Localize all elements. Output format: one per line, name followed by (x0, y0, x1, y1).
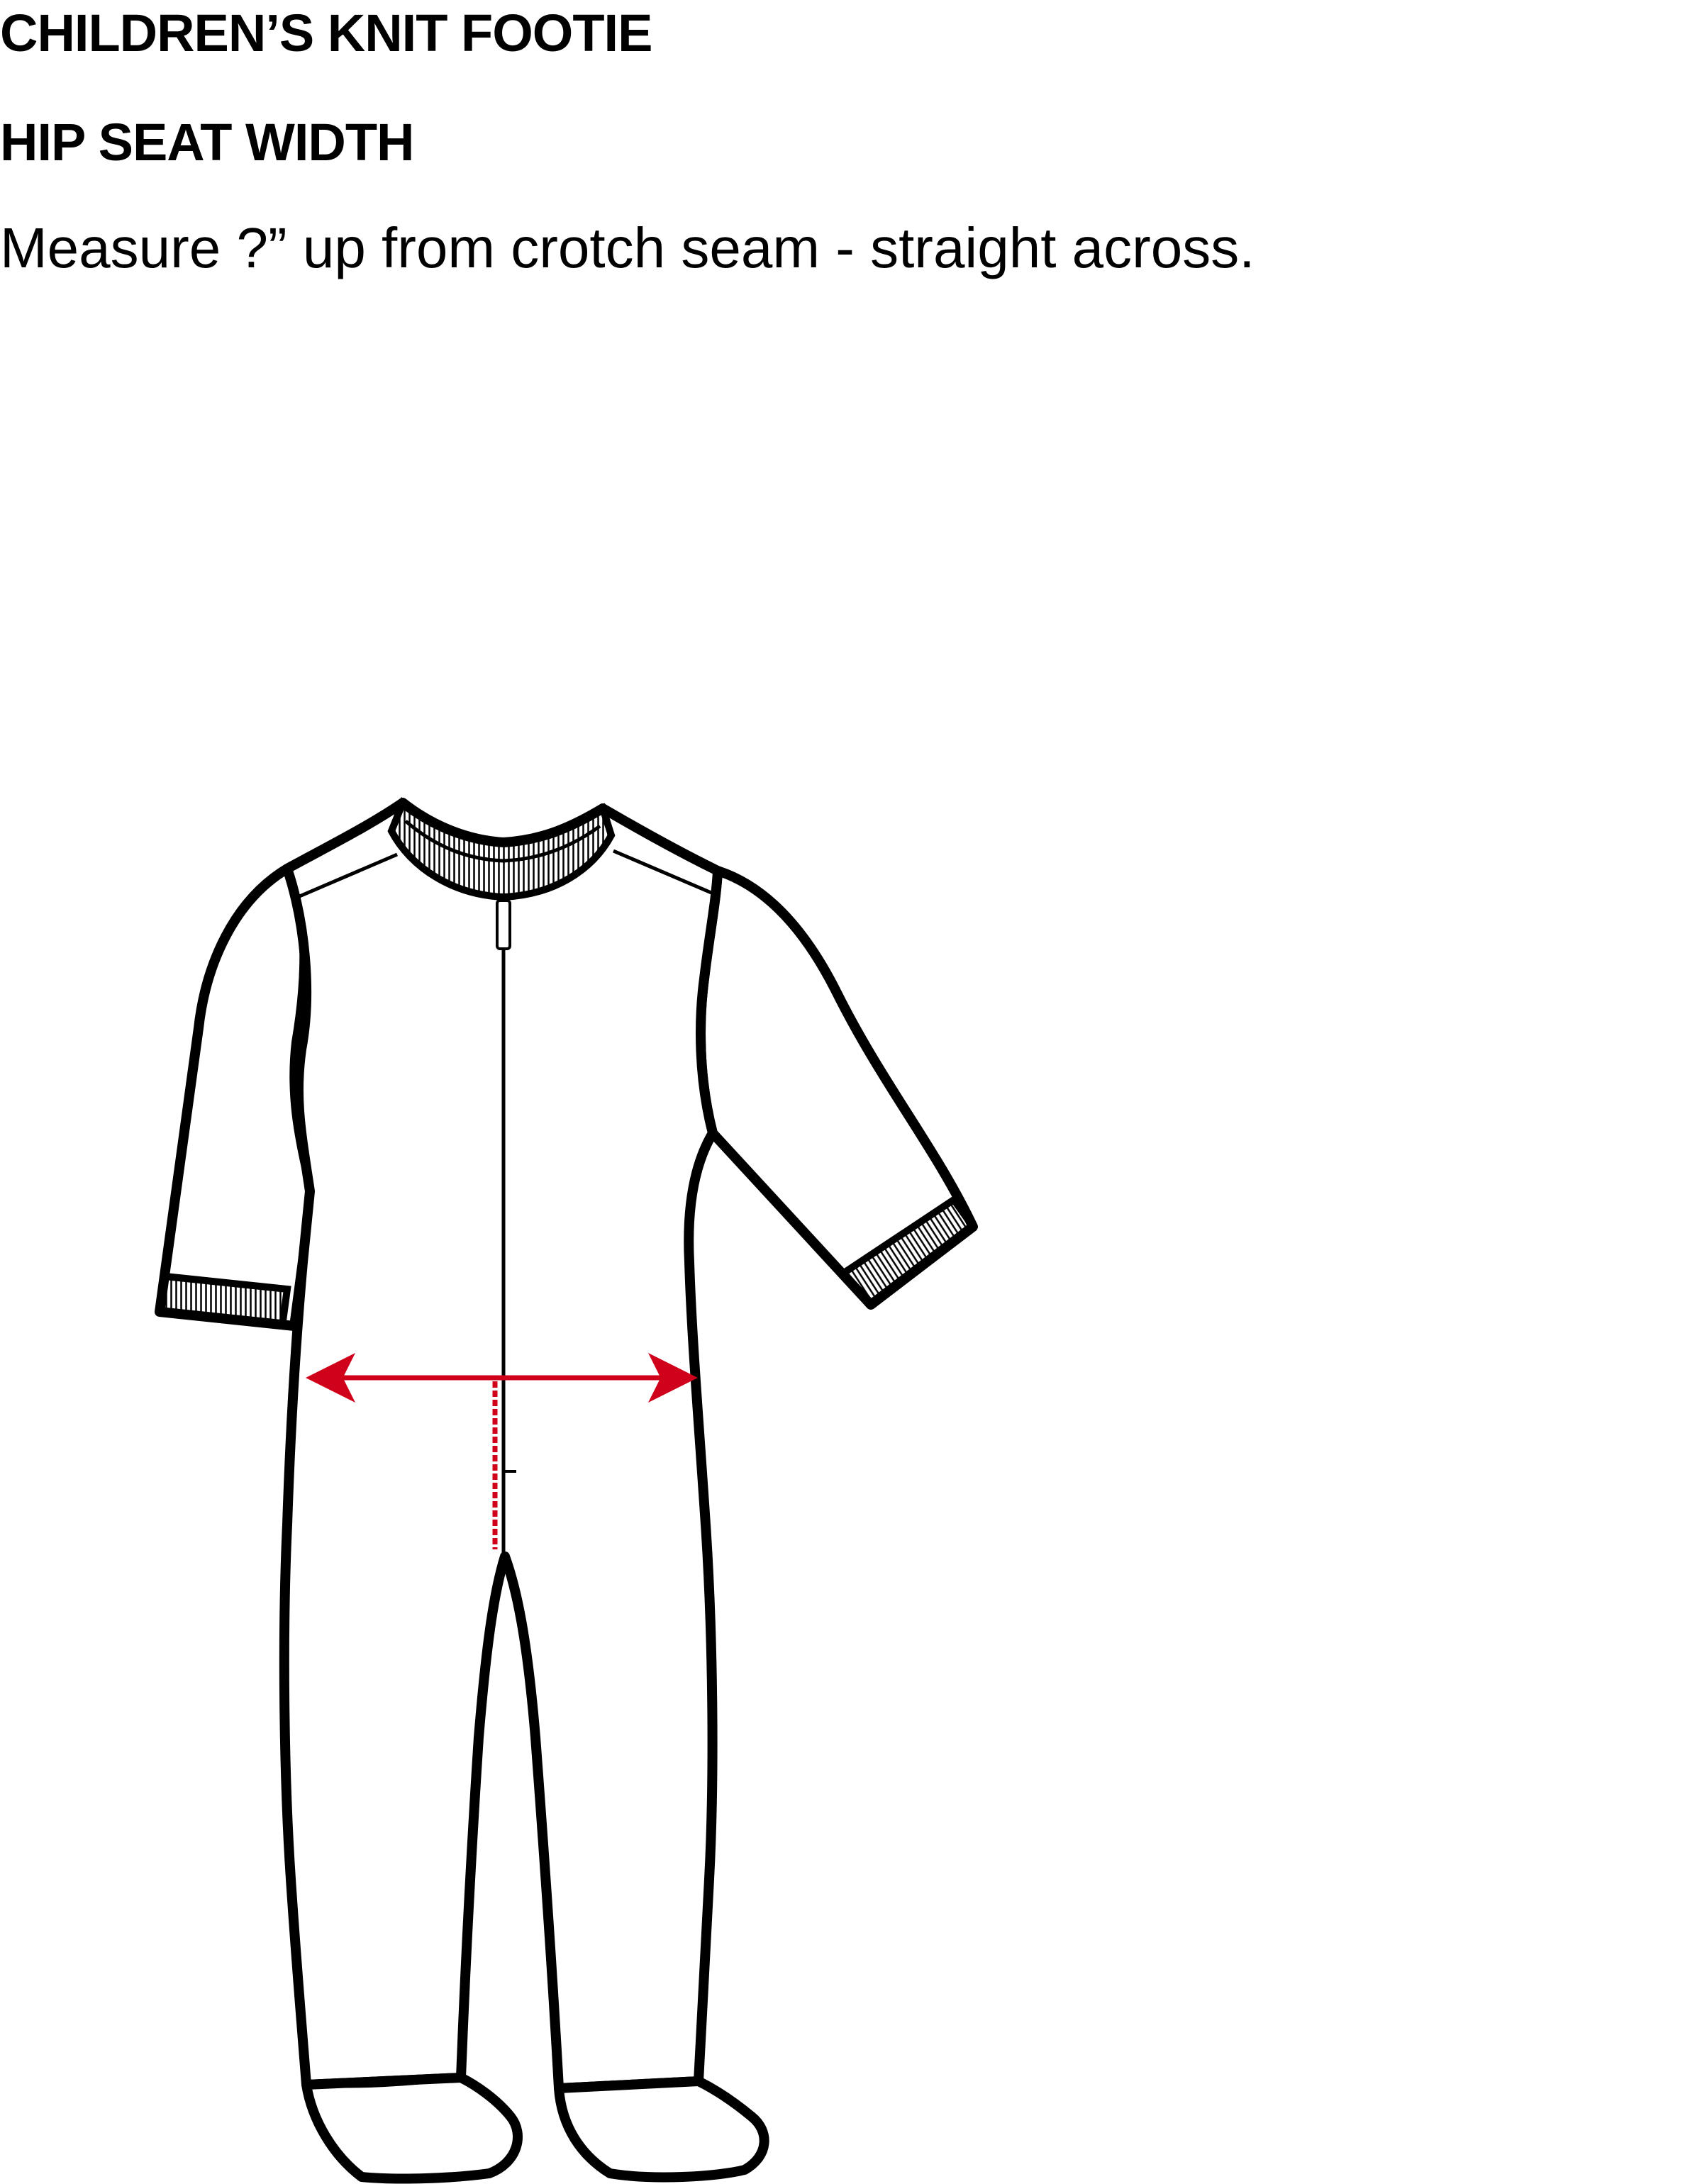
garment-outline (155, 798, 978, 2184)
left-sleeve (155, 864, 317, 1331)
left-foot (301, 2073, 523, 2184)
footie-diagram (155, 796, 978, 2184)
body-outline (279, 798, 723, 2093)
zipper-pull-icon (496, 899, 511, 950)
right-foot (554, 2076, 769, 2183)
